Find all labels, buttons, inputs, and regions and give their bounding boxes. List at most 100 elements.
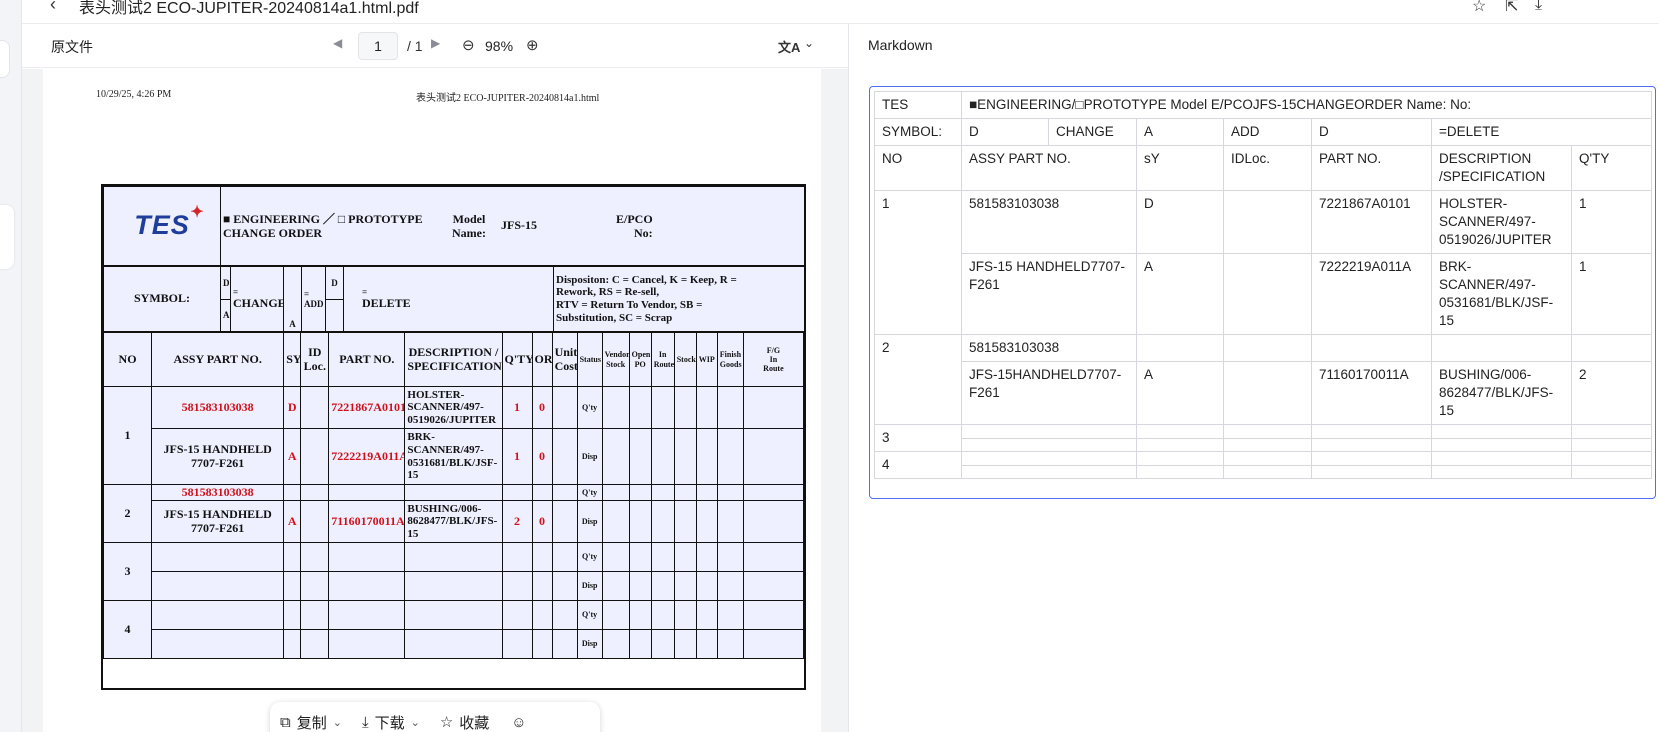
zoom-out-icon[interactable]: ⊖ — [462, 36, 475, 54]
header-info: ■ ENGINEERING ／ □ PROTOTYPE CHANGE ORDER… — [220, 186, 805, 266]
eco-form: TES ✦ ■ ENGINEERING ／ □ PROTOTYPE CHANGE… — [101, 184, 806, 690]
or-cell: 0 — [531, 428, 553, 485]
sy-cell: A — [283, 500, 302, 543]
form-header: TES ✦ ■ ENGINEERING ／ □ PROTOTYPE CHANGE… — [103, 186, 805, 266]
table-row: NO ASSY PART NO. sY IDLoc. PART NO. DESC… — [874, 145, 1653, 191]
disposition-legend: Dispositon: C = Cancel, K = Keep, R = Re… — [553, 266, 805, 332]
col-qty: Q'TY — [501, 332, 533, 387]
rail-tab[interactable] — [0, 40, 10, 78]
table-row — [875, 464, 1653, 479]
download-button[interactable]: ⤓ 下载 ⌄ — [362, 712, 420, 732]
status-disp: Disp — [576, 500, 603, 543]
symbol-label: SYMBOL: — [103, 266, 221, 332]
copy-button[interactable]: ⧉ 复制 ⌄ — [280, 712, 342, 732]
or-cell: 0 — [531, 386, 553, 429]
print-date: 10/29/25, 4:26 PM — [96, 89, 172, 100]
row-no: 2 — [102, 484, 153, 543]
pdf-page: 10/29/25, 4:26 PM 表头测试2 ECO-JUPITER-2024… — [43, 69, 821, 732]
assy-part-no: 581583103038 — [151, 386, 285, 429]
status-qty: Q'ty — [576, 484, 603, 501]
back-arrow-icon[interactable]: ‹ — [50, 0, 56, 15]
description: HOLSTER-SCANNER/497-0519026/JUPITER — [404, 386, 503, 429]
col-in-route: In Route — [650, 332, 675, 387]
table-row: JFS-15 HANDHELD7707-F261 A 7222219A011A … — [875, 253, 1653, 335]
prev-page-icon[interactable]: ◀ — [333, 36, 342, 50]
tes-logo: TES ✦ — [134, 204, 204, 241]
col-desc: DESCRIPTION / SPECIFICATION — [404, 332, 503, 387]
star-logo-icon: ✦ — [190, 204, 204, 222]
next-page-icon[interactable]: ▶ — [431, 36, 440, 50]
favorite-button[interactable]: ☆ 收藏 — [440, 712, 489, 732]
zoom-level: 98% — [485, 38, 514, 54]
symbol-delete: = DELETE — [343, 266, 554, 332]
col-or: OR — [531, 332, 553, 387]
assy-part-no: JFS-15 HANDHELD 7707-F261 — [151, 428, 285, 485]
col-finish-goods: Finish Goods — [716, 332, 744, 387]
col-part: PART NO. — [328, 332, 406, 387]
table-row: SYMBOL: D CHANGE A ADD D =DELETE — [874, 118, 1653, 146]
markdown-label: Markdown — [868, 37, 933, 53]
model-value: JFS-15 — [501, 218, 537, 232]
col-no: NO — [102, 332, 153, 387]
table-row: 2 581583103038 Q'ty — [102, 484, 805, 543]
floating-action-bar: ⧉ 复制 ⌄ ⤓ 下载 ⌄ ☆ 收藏 ☺ — [270, 702, 600, 732]
markdown-table-box[interactable]: TES ■ENGINEERING/□PROTOTYPE Model E/PCOJ… — [869, 86, 1656, 499]
chevron-down-icon[interactable]: ⌄ — [333, 716, 342, 729]
share-icon[interactable]: ⇱ — [1505, 0, 1518, 16]
chevron-down-icon[interactable]: ⌄ — [804, 36, 814, 50]
page-total: / 1 — [407, 38, 423, 54]
symbol-add: = ADD — [301, 266, 326, 332]
table-row: 3 Q'ty — [102, 542, 805, 601]
part-no: 7222219A011A — [328, 428, 406, 485]
table-row: 1 581583103038 D 7221867A0101 HOLSTER-SC… — [874, 190, 1653, 335]
sy-cell: D — [283, 386, 302, 429]
table-row: Disp — [104, 629, 805, 659]
col-sy: SY — [283, 332, 302, 387]
star-icon[interactable]: ☆ — [1472, 0, 1486, 16]
status-disp: Disp — [576, 629, 603, 659]
symbol-blank — [325, 298, 344, 332]
translate-icon[interactable]: 文A — [778, 37, 800, 56]
page-number-input[interactable]: 1 — [358, 32, 398, 60]
print-title: 表头测试2 ECO-JUPITER-20240814a1.html — [416, 93, 600, 104]
logo-cell: TES ✦ — [103, 186, 221, 266]
col-stock: Stock — [673, 332, 697, 387]
model-label-1: Model — [452, 212, 486, 226]
assy-part-no: JFS-15 HANDHELD 7707-F261 — [151, 500, 285, 543]
source-file-label: 原文件 — [51, 39, 93, 55]
symbol-d2: D — [325, 266, 344, 300]
row-no: 4 — [102, 600, 153, 659]
epco-label-1: E/PCO — [616, 212, 653, 226]
col-fg-in-route: F/G In Route — [742, 332, 805, 387]
document-viewport[interactable]: 10/29/25, 4:26 PM 表头测试2 ECO-JUPITER-2024… — [22, 69, 848, 732]
qty-cell: 2 — [501, 500, 533, 543]
col-wip: WIP — [695, 332, 718, 387]
description: BRK-SCANNER/497-0531681/BLK/JSF-15 — [404, 428, 503, 485]
eng-line-1: ■ ENGINEERING ／ □ PROTOTYPE — [223, 212, 423, 226]
symbol-row: SYMBOL: D = CHANGE A = ADD D = DELETE Di… — [103, 266, 805, 332]
smiley-icon[interactable]: ☺ — [511, 714, 526, 731]
download-icon[interactable]: ⤓ — [1535, 0, 1542, 14]
table-row: 2 581583103038 — [874, 334, 1653, 425]
copy-icon: ⧉ — [280, 713, 291, 731]
star-icon: ☆ — [439, 714, 454, 731]
assy-part-no: 581583103038 — [151, 484, 285, 501]
zoom-in-icon[interactable]: ⊕ — [526, 36, 539, 54]
left-rail — [0, 0, 22, 732]
symbol-change: = CHANGE — [230, 266, 284, 332]
col-vendor-stock: Vendor Stock — [601, 332, 630, 387]
row-no: 3 — [102, 542, 153, 601]
rail-handle[interactable] — [0, 205, 14, 269]
table-row — [875, 437, 1653, 452]
col-assy: ASSY PART NO. — [151, 332, 285, 387]
table-row: JFS-15HANDHELD7707-F261 A 71160170011A B… — [875, 361, 1653, 425]
download-icon: ⤓ — [361, 713, 369, 731]
chevron-down-icon[interactable]: ⌄ — [411, 716, 420, 729]
or-cell: 0 — [531, 500, 553, 543]
markdown-pane: Markdown TES ■ENGINEERING/□PROTOTYPE Mod… — [848, 24, 1659, 732]
table-row: 3 — [874, 424, 1653, 452]
model-label-2: Name: — [452, 225, 486, 240]
data-table: NO ASSY PART NO. SY ID Loc. PART NO. DESC… — [102, 332, 805, 659]
qty-cell: 1 — [501, 428, 533, 485]
table-row: 4 — [874, 451, 1653, 479]
